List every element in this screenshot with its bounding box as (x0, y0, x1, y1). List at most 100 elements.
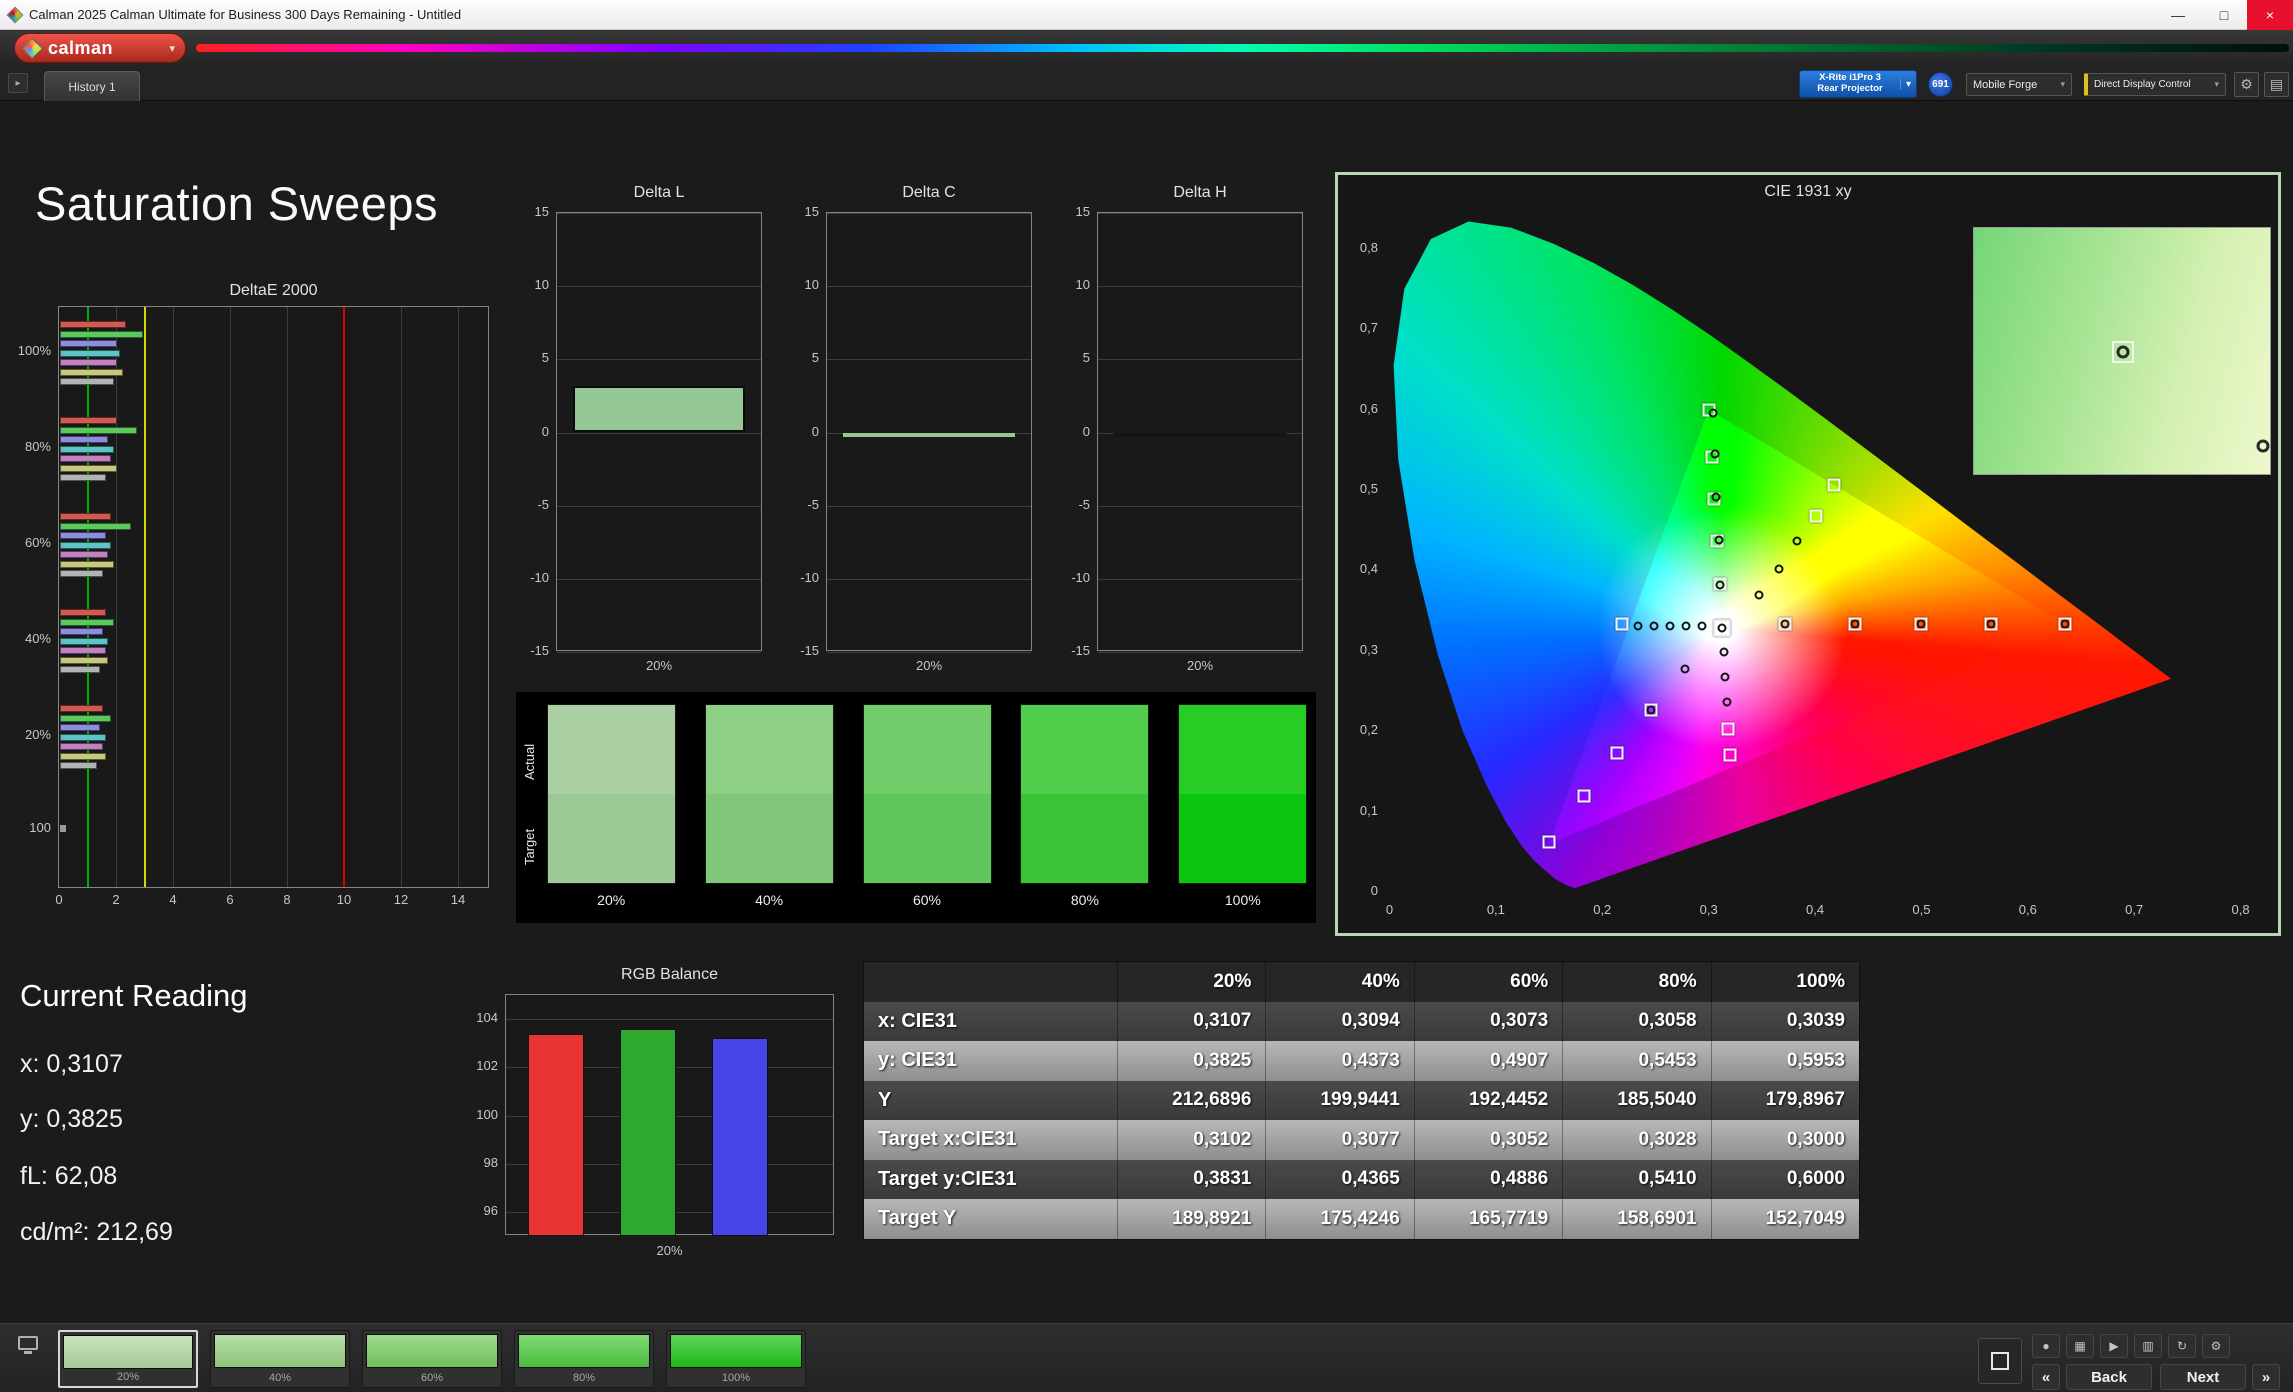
cie-zoom-inset (1973, 227, 2271, 475)
swatch-fill (63, 1335, 193, 1369)
deltae-bar (60, 513, 112, 520)
deltae-bar (60, 666, 100, 673)
table-value: 0,5410 (1562, 1159, 1710, 1199)
cie-measured-point (1646, 705, 1656, 715)
maximize-button[interactable]: □ (2201, 0, 2247, 30)
settings-button[interactable]: ⚙ (2234, 72, 2259, 97)
table-value: 175,4246 (1265, 1199, 1413, 1239)
next-button[interactable]: Next (2160, 1364, 2246, 1390)
cie-target-point (1721, 722, 1735, 736)
table-row: Target x:CIE31 0,3102 0,3077 0,3052 0,3028 0,… (864, 1120, 1859, 1160)
back-button[interactable]: Back (2066, 1364, 2152, 1390)
pattern-swatch-button-80%[interactable]: 80% (514, 1330, 654, 1388)
x-tick-label: 6 (226, 892, 234, 907)
layout-button[interactable] (1978, 1338, 2022, 1384)
minimize-button[interactable]: — (2155, 0, 2201, 30)
meter-mode: Rear Projector (1817, 83, 1883, 94)
spectrum-strip (196, 44, 2289, 52)
history-prev-button[interactable]: ▸ (8, 73, 28, 93)
y-tick-label: 15 (804, 204, 819, 219)
x-tick-label: 10 (336, 892, 352, 907)
pattern-swatch-button-40%[interactable]: 40% (210, 1330, 350, 1388)
deltae-bar (60, 714, 112, 722)
swatch-label: 40% (268, 1372, 292, 1384)
deltae-bar (60, 609, 106, 616)
gridline (827, 286, 1031, 288)
swatch-col-label: 60% (912, 892, 942, 908)
cie-measured-point (1649, 621, 1659, 631)
cie-measured-point (1715, 580, 1725, 590)
cie-measured-point (1850, 619, 1860, 629)
gridline (1098, 578, 1302, 580)
y-tick-label: 0 (1370, 883, 1378, 899)
x-tick-label: 2 (112, 892, 120, 907)
cie-measured-point (2060, 619, 2070, 629)
swatch-label: 100% (721, 1372, 751, 1384)
table-header-row: 20% 40% 60% 80% 100% (864, 962, 1859, 1002)
x-tick-label: 0,6 (2018, 902, 2037, 917)
table-value: 0,3825 (1117, 1041, 1265, 1081)
display-icon[interactable] (18, 1336, 38, 1354)
calman-logo-text: calman (48, 37, 114, 58)
row-label: Target x:CIE31 (878, 1128, 1017, 1151)
settings-button[interactable]: ⚙ (2202, 1334, 2230, 1358)
forward-button[interactable]: » (2252, 1364, 2280, 1390)
y-tick-label: 10 (1075, 277, 1090, 293)
gridline (557, 578, 761, 580)
table-value: 0,4365 (1265, 1159, 1413, 1199)
rgb-bar-green (619, 1028, 676, 1236)
meter-count-badge[interactable]: 691 (1928, 72, 1953, 97)
deltae-bar (60, 445, 115, 453)
current-reading-title: Current Reading (20, 978, 248, 1013)
display-control-dropdown[interactable]: Direct Display Control ▾ (2084, 73, 2226, 96)
delta-h-chart: 15 10 5 0 -5 -10 -15 (1071, 204, 1303, 658)
y-tick-label: 0,8 (1359, 239, 1378, 255)
cie-measured-point (1722, 697, 1732, 707)
pattern-swatch-button-100%[interactable]: 100% (666, 1330, 806, 1388)
cie-measured-point (1710, 449, 1720, 459)
table-row: Y 212,6896 199,9441 192,4452 185,5040 179,896… (864, 1080, 1859, 1120)
y-tick-label: -5 (1078, 496, 1090, 512)
calman-logo-menu[interactable]: calman ▾ (14, 33, 186, 63)
meter-selector-button[interactable]: X-Rite i1Pro 3 Rear Projector ▾ (1799, 70, 1917, 98)
table-value: 0,5953 (1710, 1041, 1859, 1081)
panel-toggle-button[interactable]: ▤ (2264, 72, 2289, 97)
gridline (827, 213, 1031, 214)
cie-measured-point (1916, 619, 1926, 629)
y-tick-label: -10 (1071, 569, 1090, 585)
deltae-bar (60, 417, 117, 424)
deltae-bar (60, 825, 66, 832)
pattern-swatch-button-60%[interactable]: 60% (362, 1330, 502, 1388)
gridline (827, 578, 1031, 580)
gridline (557, 359, 761, 361)
gridline (827, 359, 1031, 361)
swatch-actual-100% (1178, 704, 1308, 794)
column-header: 80% (1562, 962, 1710, 1002)
table-value: 152,7049 (1710, 1199, 1859, 1239)
swatch-label: 80% (572, 1372, 596, 1384)
delta-l-title: Delta L (633, 184, 685, 201)
y-tick-label: 0,2 (1359, 722, 1378, 738)
pattern-source-dropdown[interactable]: Mobile Forge ▾ (1966, 73, 2072, 96)
close-button[interactable]: × (2247, 0, 2293, 30)
table-value: 0,3094 (1265, 1001, 1413, 1041)
tab-history-1[interactable]: History 1 (44, 71, 140, 101)
x-tick-label: 14 (450, 892, 466, 907)
grid-button[interactable]: ▦ (2066, 1334, 2094, 1358)
pattern-swatch-button-20%[interactable]: 20% (58, 1330, 198, 1388)
deltae-bar (60, 474, 106, 481)
gridline (557, 286, 761, 288)
play-button[interactable]: ▶ (2100, 1334, 2128, 1358)
swatch-target-100% (1178, 794, 1308, 884)
column-header: 60% (1413, 962, 1562, 1002)
rewind-button[interactable]: « (2032, 1364, 2060, 1390)
record-button[interactable]: ● (2032, 1334, 2060, 1358)
cie-measured-point (1774, 564, 1784, 574)
pages-button[interactable]: ▥ (2134, 1334, 2162, 1358)
refresh-button[interactable]: ↻ (2168, 1334, 2196, 1358)
cie-target-point (1827, 478, 1841, 492)
table-row: x: CIE31 0,3107 0,3094 0,3073 0,3058 0,3039 (864, 1001, 1859, 1041)
deltae-bar (60, 436, 109, 443)
chevron-down-icon: ▾ (1900, 78, 1916, 90)
swatch-fill (670, 1334, 802, 1368)
